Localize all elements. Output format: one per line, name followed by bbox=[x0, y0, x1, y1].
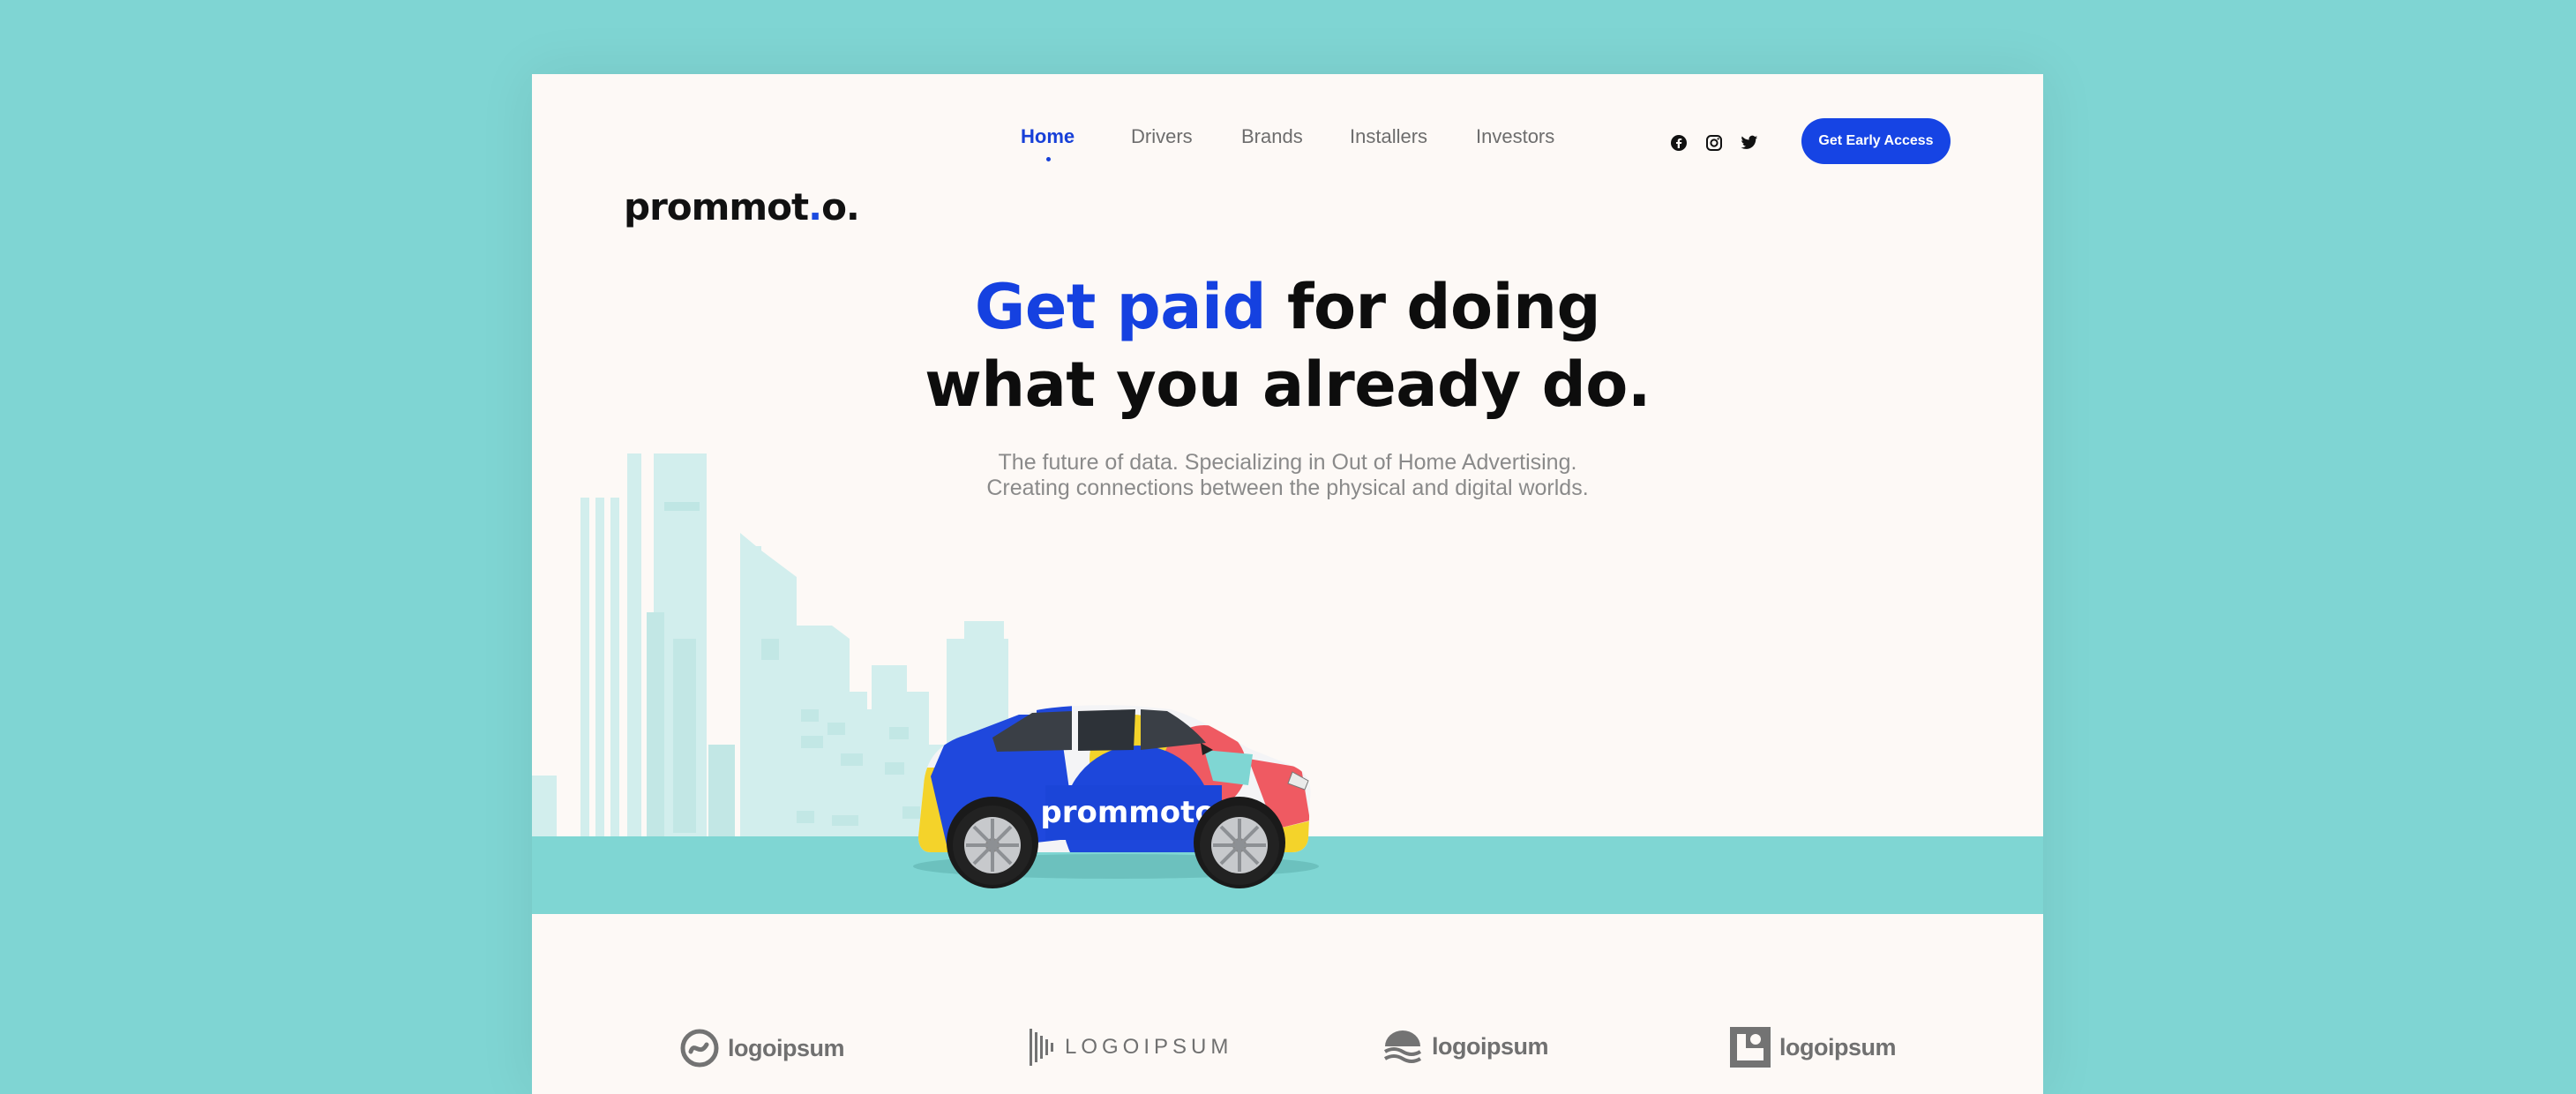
headline-line2: what you already do. bbox=[925, 348, 1651, 421]
active-indicator-dot bbox=[1045, 157, 1051, 161]
partner-name: logoipsum bbox=[1432, 1032, 1549, 1060]
front-wheel bbox=[1200, 806, 1279, 885]
partner-name: logoipsum bbox=[728, 1034, 845, 1061]
barcode-bars-icon bbox=[1030, 1029, 1053, 1066]
partner-logo-1[interactable]: logoipsum bbox=[680, 1029, 845, 1068]
wrapped-car-illustration: prommoto. bbox=[913, 705, 1319, 888]
nav-item-investors[interactable]: Investors bbox=[1476, 125, 1554, 148]
facebook-icon[interactable] bbox=[1668, 132, 1689, 154]
twitter-icon[interactable] bbox=[1739, 132, 1760, 154]
partner-logo-4[interactable]: logoipsum bbox=[1730, 1027, 1897, 1068]
subtitle-line1: The future of data. Specializing in Out … bbox=[998, 450, 1577, 475]
get-early-access-button[interactable]: Get Early Access bbox=[1801, 118, 1951, 164]
landing-page: prommot.o. Home Drivers Brands Installer… bbox=[532, 74, 2043, 1094]
nav-item-label: Brands bbox=[1241, 125, 1303, 147]
headline-rest: for doing bbox=[1266, 271, 1601, 343]
nav-item-drivers[interactable]: Drivers bbox=[1131, 125, 1193, 148]
nav-item-label: Home bbox=[1021, 125, 1075, 147]
nav-item-installers[interactable]: Installers bbox=[1350, 125, 1427, 148]
partner-name: logoipsum bbox=[1779, 1033, 1897, 1060]
waves-cloud-icon bbox=[1383, 1030, 1422, 1063]
partner-logo-2[interactable]: LOGOIPSUM bbox=[1030, 1029, 1232, 1066]
nav-item-brands[interactable]: Brands bbox=[1241, 125, 1303, 148]
subtitle-line2: Creating connections between the physica… bbox=[986, 476, 1589, 500]
partner-logos-row: logoipsum LOGOIPSUM logoipsum logoipsum bbox=[532, 1009, 2043, 1089]
headline-accent: Get paid bbox=[974, 271, 1267, 343]
nav-item-home[interactable]: Home bbox=[1021, 125, 1075, 161]
partner-name: LOGOIPSUM bbox=[1065, 1035, 1233, 1059]
partner-logo-3[interactable]: logoipsum bbox=[1382, 1029, 1549, 1064]
square-frame-icon bbox=[1730, 1027, 1771, 1068]
nav-item-label: Installers bbox=[1350, 125, 1428, 147]
rear-wheel bbox=[953, 806, 1032, 885]
instagram-icon[interactable] bbox=[1704, 132, 1725, 154]
nav-item-label: Drivers bbox=[1131, 125, 1193, 147]
nav-item-label: Investors bbox=[1476, 125, 1555, 147]
brand-logo[interactable]: prommot.o. bbox=[624, 189, 860, 226]
swirl-circle-icon bbox=[680, 1029, 719, 1068]
